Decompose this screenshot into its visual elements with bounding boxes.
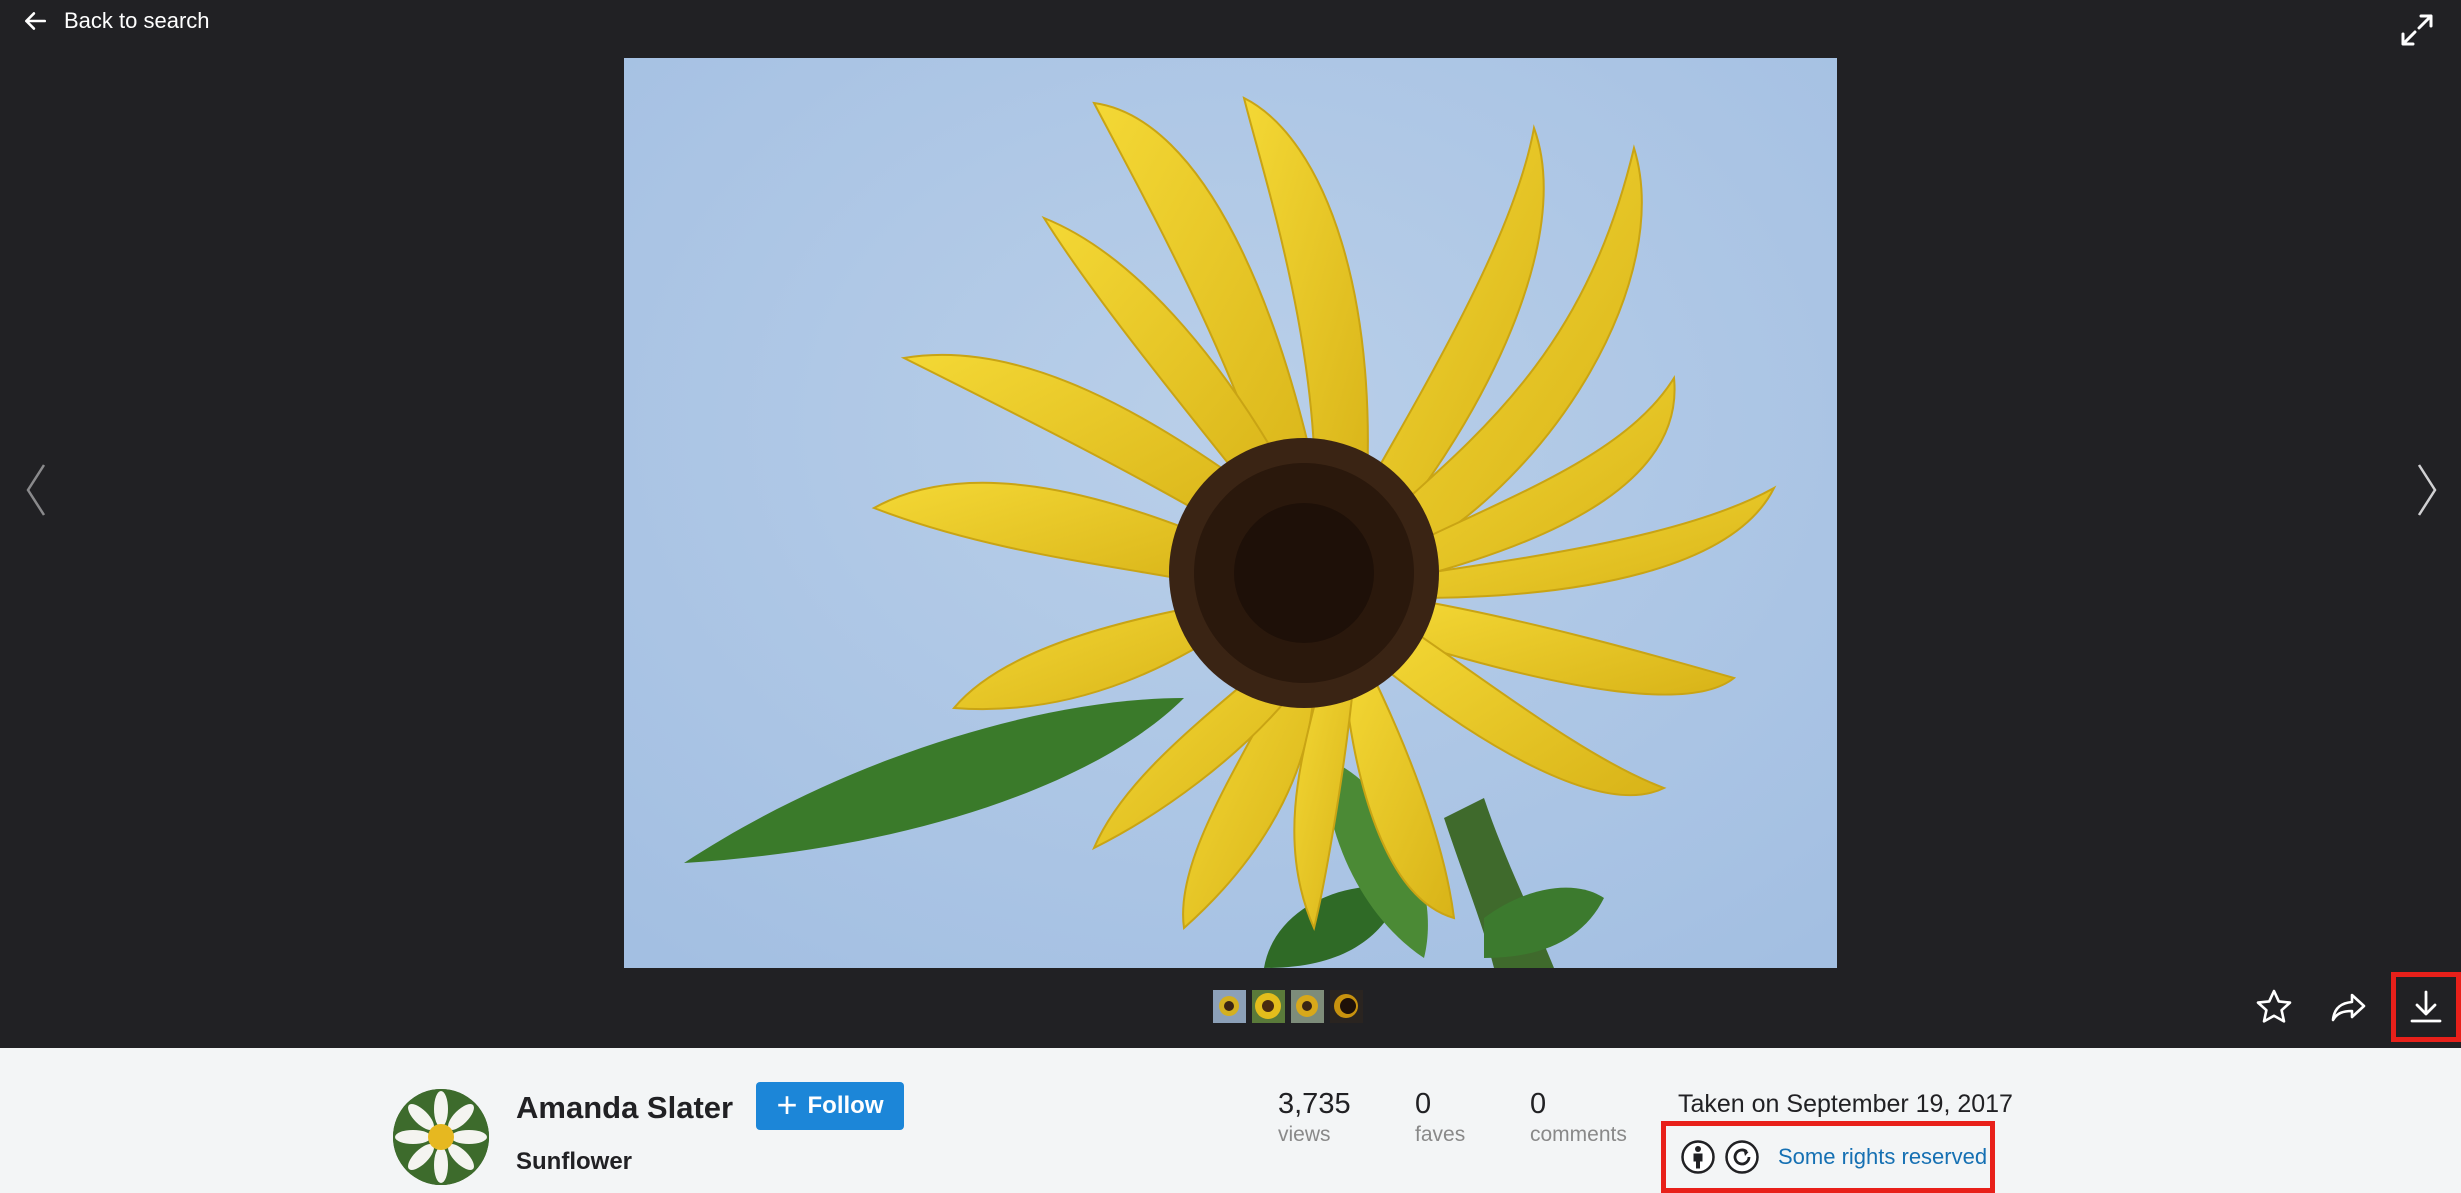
download-icon bbox=[2410, 990, 2442, 1023]
chevron-left-icon bbox=[26, 464, 46, 516]
faves-label: faves bbox=[1415, 1123, 1466, 1146]
author-name-link[interactable]: Amanda Slater bbox=[516, 1090, 733, 1126]
fullscreen-button[interactable] bbox=[2397, 10, 2437, 50]
thumbnail-strip bbox=[1213, 990, 1363, 1023]
next-photo-button[interactable] bbox=[2407, 455, 2447, 525]
thumbnail-1[interactable] bbox=[1213, 990, 1246, 1023]
photo-viewer: Back to search bbox=[0, 0, 2461, 1048]
views-stat: 3,735 views bbox=[1278, 1088, 1351, 1147]
thumbnail-2[interactable] bbox=[1252, 990, 1285, 1023]
views-label: views bbox=[1278, 1123, 1331, 1146]
share-alike-icon bbox=[1725, 1140, 1759, 1174]
follow-label: Follow bbox=[807, 1092, 884, 1119]
thumbnail-3-image bbox=[1291, 990, 1324, 1023]
comments-stat: 0 comments bbox=[1530, 1088, 1627, 1147]
comments-label: comments bbox=[1530, 1123, 1627, 1146]
chevron-right-icon bbox=[2417, 464, 2437, 516]
license-link[interactable]: Some rights reserved bbox=[1661, 1121, 1995, 1193]
arrow-left-icon bbox=[25, 12, 47, 30]
fullscreen-icon bbox=[2401, 14, 2433, 46]
back-to-search-link[interactable]: Back to search bbox=[22, 6, 210, 36]
star-icon bbox=[2256, 989, 2292, 1023]
photo-title: Sunflower bbox=[516, 1148, 633, 1175]
main-photo[interactable] bbox=[624, 58, 1837, 968]
license-label[interactable]: Some rights reserved bbox=[1778, 1144, 1987, 1170]
thumbnail-1-image bbox=[1213, 990, 1246, 1023]
taken-date: Taken on September 19, 2017 bbox=[1678, 1090, 2013, 1118]
thumbnail-4[interactable] bbox=[1330, 990, 1363, 1023]
fave-button[interactable] bbox=[2239, 972, 2309, 1042]
download-button[interactable] bbox=[2391, 972, 2461, 1042]
faves-stat: 0 faves bbox=[1415, 1088, 1465, 1147]
sunflower-image bbox=[624, 58, 1837, 968]
share-button[interactable] bbox=[2315, 972, 2385, 1042]
thumbnail-4-image bbox=[1330, 990, 1363, 1023]
follow-button[interactable]: + Follow bbox=[756, 1082, 904, 1130]
views-count: 3,735 bbox=[1278, 1088, 1351, 1120]
thumbnail-2-image bbox=[1252, 990, 1285, 1023]
photo-actions bbox=[2233, 972, 2461, 1042]
faves-count: 0 bbox=[1415, 1088, 1432, 1120]
photo-info-bar: Amanda Slater + Follow Sunflower 3,735 v… bbox=[0, 1048, 2461, 1193]
plus-icon: + bbox=[776, 1083, 798, 1125]
attribution-icon bbox=[1681, 1140, 1715, 1174]
share-icon bbox=[2331, 993, 2366, 1022]
daisy-avatar-image bbox=[393, 1089, 489, 1185]
previous-photo-button[interactable] bbox=[16, 455, 56, 525]
author-avatar[interactable] bbox=[393, 1089, 489, 1185]
thumbnail-3[interactable] bbox=[1291, 990, 1324, 1023]
comments-count: 0 bbox=[1530, 1088, 1547, 1120]
back-to-search-label: Back to search bbox=[64, 8, 210, 33]
